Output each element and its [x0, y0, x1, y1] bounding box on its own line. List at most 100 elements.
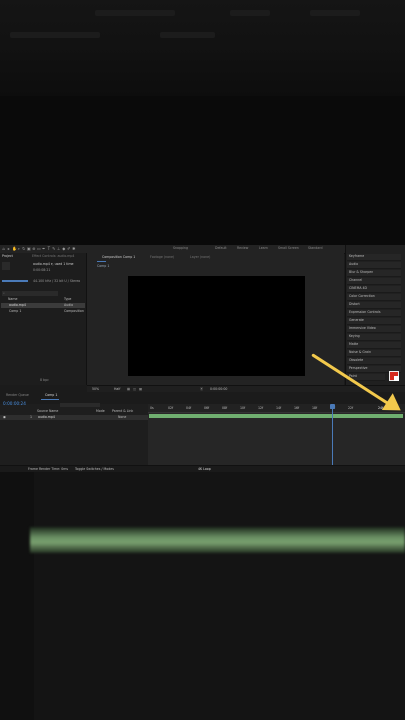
project-search-input[interactable]: ⌕: [2, 291, 58, 296]
column-type[interactable]: Type: [64, 297, 71, 301]
current-time-display[interactable]: 0:00:00:24: [3, 401, 26, 406]
file-thumbnail: [2, 262, 10, 270]
ruler-tick: 04f: [186, 406, 192, 410]
pen-tool-icon[interactable]: ✒: [42, 246, 46, 251]
workspace-small-screen[interactable]: Small Screen: [278, 247, 299, 250]
snapping-toggle[interactable]: Snapping: [173, 247, 188, 250]
effect-category[interactable]: Matte: [347, 342, 401, 349]
puppet-tool-icon[interactable]: ✱: [72, 246, 76, 251]
transparency-icon[interactable]: ▩: [139, 387, 142, 391]
selection-tool-icon[interactable]: ▸: [7, 246, 11, 251]
zoom-dropdown[interactable]: 50%: [92, 387, 99, 391]
ruler-tick: 08f: [222, 406, 228, 410]
ghost-tab: [10, 32, 100, 38]
layer-row[interactable]: ◉ 1 audio.mp4 None: [0, 415, 148, 420]
comp1-timeline-tab[interactable]: Comp 1: [45, 393, 57, 397]
rotate-tool-icon[interactable]: ↻: [22, 246, 26, 251]
layer-tab[interactable]: Layer (none): [190, 255, 210, 259]
audio-info: 44.100 kHz / 32 bit U / Stereo: [33, 279, 81, 283]
roto-brush-tool-icon[interactable]: ✐: [67, 246, 71, 251]
effect-controls-tab[interactable]: Effect Controls: audio.mp4: [32, 254, 74, 258]
camera-tool-icon[interactable]: ▣: [27, 246, 31, 251]
effect-category-label: Obsolete: [349, 358, 364, 363]
grid-icon[interactable]: ▦: [127, 387, 130, 391]
active-tab-indicator: [41, 399, 59, 400]
effect-category[interactable]: Keying: [347, 334, 401, 341]
effect-category[interactable]: Blur & Sharpen: [347, 270, 401, 277]
playhead-handle[interactable]: [330, 404, 335, 409]
render-queue-tab[interactable]: Render Queue: [6, 393, 29, 397]
time-ruler[interactable]: 0s 02f 04f 06f 08f 10f 12f 14f 16f 18f 2…: [148, 404, 405, 413]
frame-render-time: Frame Render Time: 0ms: [28, 467, 68, 471]
effect-category[interactable]: CINEMA 4D: [347, 286, 401, 293]
snapshot-icon[interactable]: ⦿: [200, 387, 203, 391]
workspace-review[interactable]: Review: [237, 247, 248, 250]
effect-category[interactable]: Expression Controls: [347, 310, 401, 317]
composition-tab[interactable]: Composition Comp 1: [102, 255, 135, 259]
effect-category-label: Matte: [349, 342, 359, 347]
effect-category[interactable]: Color Correction: [347, 294, 401, 301]
composition-viewer[interactable]: [128, 276, 305, 376]
effect-category[interactable]: Immersive Video: [347, 326, 401, 333]
bit-depth-button[interactable]: 8 bpc: [40, 378, 49, 382]
column-name[interactable]: Name: [8, 297, 17, 301]
layer-name: audio.mp4: [38, 415, 55, 419]
effect-category-label: Expression Controls: [349, 310, 381, 315]
mask-icon[interactable]: ◫: [133, 387, 136, 391]
project-tab[interactable]: Project: [2, 254, 13, 258]
effect-category[interactable]: Generate: [347, 318, 401, 325]
active-tab-indicator: [97, 261, 106, 262]
effect-category[interactable]: Channel: [347, 278, 401, 285]
home-icon[interactable]: ⌂: [2, 246, 6, 251]
effect-category[interactable]: Audio: [347, 262, 401, 269]
effect-category-label: Generate: [349, 318, 364, 323]
workspace-default[interactable]: Default: [215, 247, 227, 250]
background-color-swatch[interactable]: [394, 376, 399, 381]
audio-toggle-icon[interactable]: ◉: [3, 415, 6, 419]
comp-sub-tab[interactable]: Comp 1: [97, 264, 109, 268]
pan-behind-tool-icon[interactable]: ⊕: [32, 246, 36, 251]
column-mode[interactable]: Mode: [96, 409, 105, 413]
brush-tool-icon[interactable]: ✎: [52, 246, 56, 251]
ghost-menu-item: [310, 10, 360, 16]
ruler-tick: 02f: [168, 406, 174, 410]
effect-category-label: Blur & Sharpen: [349, 270, 374, 275]
layer-list: 0:00:00:24 Source Name Mode Parent & Lin…: [0, 401, 149, 465]
column-source-name[interactable]: Source Name: [37, 409, 58, 413]
clone-stamp-tool-icon[interactable]: ⊥: [57, 246, 61, 251]
effect-category-label: Color Correction: [349, 294, 375, 299]
playhead[interactable]: [332, 404, 333, 465]
zoom-tool-icon[interactable]: ⌕: [17, 246, 21, 251]
effect-category[interactable]: Keyframe: [347, 254, 401, 261]
ruler-tick: 06f: [204, 406, 210, 410]
eraser-tool-icon[interactable]: ◆: [62, 246, 66, 251]
viewer-timecode[interactable]: 0:00:00:00: [210, 387, 227, 391]
layer-parent-dropdown[interactable]: None: [118, 415, 126, 419]
type-tool-icon[interactable]: T: [47, 246, 51, 251]
audio-layer-bar[interactable]: [149, 414, 403, 418]
file-duration: 0:00:08:21: [33, 268, 51, 272]
workspace-learn[interactable]: Learn: [259, 247, 268, 250]
ruler-tick: 10f: [240, 406, 246, 410]
blurred-track-zoom: [30, 527, 405, 553]
hand-tool-icon[interactable]: ✋: [12, 246, 17, 251]
footage-tab[interactable]: Footage (none): [150, 255, 174, 259]
ruler-tick: 22f: [348, 406, 354, 410]
rectangle-tool-icon[interactable]: ▭: [37, 246, 41, 251]
effect-category-label: Distort: [349, 302, 360, 307]
bottom-label: 4K Loop: [198, 467, 211, 471]
effect-category-label: Keyframe: [349, 254, 365, 259]
effect-category[interactable]: Distort: [347, 302, 401, 309]
project-item-row[interactable]: audio.mp4 Audio: [1, 303, 85, 308]
effect-category[interactable]: Obsolete: [347, 358, 401, 365]
effect-category-label: Perspective: [349, 366, 368, 371]
ruler-tick: 14f: [276, 406, 282, 410]
timeline-search-input[interactable]: [60, 403, 100, 407]
project-item-row[interactable]: Comp 1 Composition: [1, 309, 85, 314]
effect-category[interactable]: Noise & Grain: [347, 350, 401, 357]
workspace-standard[interactable]: Standard: [308, 247, 323, 250]
resolution-dropdown[interactable]: Half: [114, 387, 120, 391]
column-parent[interactable]: Parent & Link: [112, 409, 133, 413]
toggle-switches-modes[interactable]: Toggle Switches / Modes: [75, 467, 114, 471]
project-item-name: audio.mp4: [9, 303, 26, 307]
